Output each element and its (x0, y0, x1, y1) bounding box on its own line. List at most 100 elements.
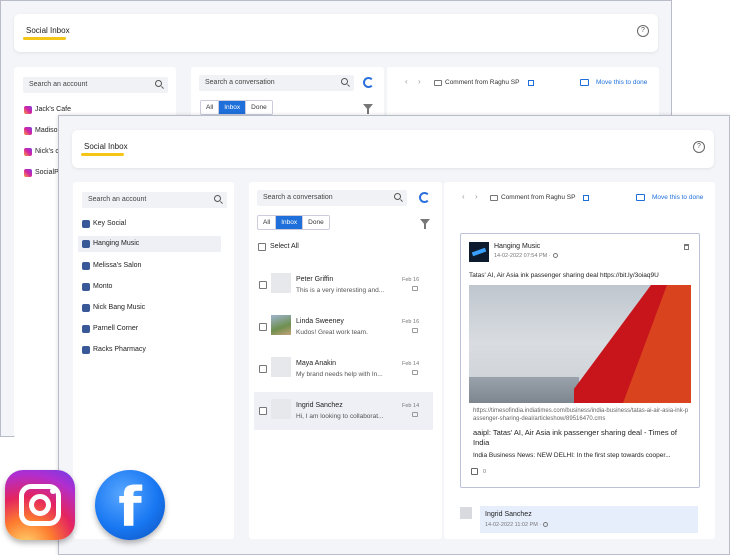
trash-icon[interactable] (684, 244, 689, 250)
account-item-melissas-salon[interactable]: Melissa's Salon (82, 258, 220, 274)
conversation-preview: This is a very interesting and... (296, 287, 385, 294)
done-icon (580, 79, 589, 86)
select-all-label: Select All (270, 243, 299, 250)
post-image (469, 285, 691, 403)
account-search-input[interactable]: Search an account (23, 77, 168, 93)
comment-icon (412, 412, 418, 417)
filter-icon[interactable] (363, 104, 373, 114)
conversation-row[interactable]: Linda Sweeney Kudos! Great work team. Fe… (254, 308, 433, 346)
conversation-row[interactable]: Peter Griffin This is a very interesting… (254, 266, 433, 304)
conversation-date: Feb 16 (402, 319, 420, 325)
message-panel: ‹ › Comment from Raghu SP Move this to d… (444, 182, 715, 539)
filter-inbox[interactable]: Inbox (276, 216, 304, 229)
row-checkbox[interactable] (259, 323, 267, 331)
reply-author: Ingrid Sanchez (485, 511, 532, 518)
filter-all[interactable]: All (201, 101, 220, 114)
reply-time-text: 14-02-2022 11:02 PM · (485, 522, 542, 528)
help-icon[interactable]: ? (693, 141, 705, 153)
chevron-right-icon[interactable]: › (418, 77, 421, 86)
avatar (271, 357, 291, 377)
like-count: 0 (483, 469, 487, 475)
instagram-icon (24, 127, 32, 135)
instagram-dot (50, 488, 56, 494)
tab-underline (23, 37, 66, 40)
select-all-checkbox[interactable] (258, 243, 266, 251)
link-description: India Business News: NEW DELHI: In the f… (473, 452, 671, 459)
message-header-title: Comment from Raghu SP (501, 194, 576, 201)
top-bar: Social Inbox ? (72, 130, 714, 168)
account-label: Parnell Corner (93, 325, 139, 332)
facebook-icon (82, 240, 90, 248)
row-checkbox[interactable] (259, 407, 267, 415)
external-link-icon[interactable] (528, 80, 534, 86)
facebook-icon: f (95, 470, 165, 540)
account-search-input[interactable]: Search an account (82, 192, 227, 208)
comment-icon (412, 286, 418, 291)
help-icon[interactable]: ? (637, 25, 649, 37)
link-url[interactable]: https://timesofindia.indiatimes.com/busi… (473, 407, 691, 423)
refresh-icon[interactable] (419, 192, 430, 203)
conversation-date: Feb 14 (402, 361, 420, 367)
refresh-icon[interactable] (363, 77, 374, 88)
search-icon (214, 195, 221, 202)
globe-icon (543, 522, 549, 528)
comment-icon (412, 328, 418, 333)
facebook-icon (82, 262, 90, 270)
filter-tabs: All Inbox Done (200, 100, 273, 115)
link-title[interactable]: aaipl: Tatas' AI, Air Asia ink passenger… (473, 428, 691, 448)
conversation-search-input[interactable]: Search a conversation (199, 75, 354, 91)
conversation-name: Maya Anakin (296, 360, 337, 367)
avatar (271, 315, 291, 335)
conversation-name: Linda Sweeney (296, 318, 344, 325)
instagram-icon (5, 470, 75, 540)
image-ground (469, 377, 579, 403)
move-to-done-button[interactable]: Move this to done (652, 194, 703, 201)
facebook-icon (82, 220, 90, 228)
instagram-icon (24, 106, 32, 114)
filter-done[interactable]: Done (303, 216, 329, 229)
conversation-search-placeholder: Search a conversation (205, 79, 275, 86)
filter-inbox[interactable]: Inbox (219, 101, 247, 114)
avatar (271, 273, 291, 293)
account-item-monto[interactable]: Monto (82, 279, 220, 295)
conversation-search-input[interactable]: Search a conversation (257, 190, 407, 206)
filter-all[interactable]: All (258, 216, 277, 229)
tab-social-inbox[interactable]: Social Inbox (84, 142, 128, 151)
tab-social-inbox[interactable]: Social Inbox (26, 26, 70, 35)
search-icon (155, 80, 162, 87)
chevron-right-icon[interactable]: › (475, 192, 478, 201)
account-item-key-social[interactable]: Key Social (82, 216, 220, 232)
filter-done[interactable]: Done (246, 101, 272, 114)
conversation-row-selected[interactable]: Ingrid Sanchez Hi, I am looking to colla… (254, 392, 433, 430)
avatar (460, 507, 472, 519)
chevron-left-icon[interactable]: ‹ (462, 192, 465, 201)
instagram-icon (24, 169, 32, 177)
facebook-icon (82, 325, 90, 333)
account-item-parnell-corner[interactable]: Parnell Corner (82, 321, 220, 337)
account-item-racks-pharmacy[interactable]: Racks Pharmacy (82, 342, 220, 358)
row-checkbox[interactable] (259, 281, 267, 289)
account-label: Melissa's Salon (93, 262, 142, 269)
account-item-nick-bang-music[interactable]: Nick Bang Music (82, 300, 220, 316)
page-avatar (469, 242, 489, 262)
filter-icon[interactable] (420, 219, 430, 229)
tab-underline (81, 153, 124, 156)
account-item-hanging-music[interactable]: Hanging Music (78, 236, 221, 252)
conversation-row[interactable]: Maya Anakin My brand needs help with In.… (254, 350, 433, 388)
account-label: Madiso (35, 127, 58, 134)
facebook-icon (82, 346, 90, 354)
like-icon[interactable] (471, 468, 478, 475)
chevron-left-icon[interactable]: ‹ (405, 77, 408, 86)
done-icon (636, 194, 645, 201)
message-header-title: Comment from Raghu SP (445, 79, 520, 86)
avatar (271, 399, 291, 419)
conversation-search-placeholder: Search a conversation (263, 194, 333, 201)
post-time: 14-02-2022 07:54 PM · (494, 253, 558, 259)
comment-icon (412, 370, 418, 375)
external-link-icon[interactable] (583, 195, 589, 201)
row-checkbox[interactable] (259, 365, 267, 373)
top-bar: Social Inbox ? (14, 14, 658, 52)
move-to-done-button[interactable]: Move this to done (596, 79, 647, 86)
facebook-icon (82, 283, 90, 291)
conversations-panel: Search a conversation All Inbox Done Sel… (249, 182, 442, 539)
